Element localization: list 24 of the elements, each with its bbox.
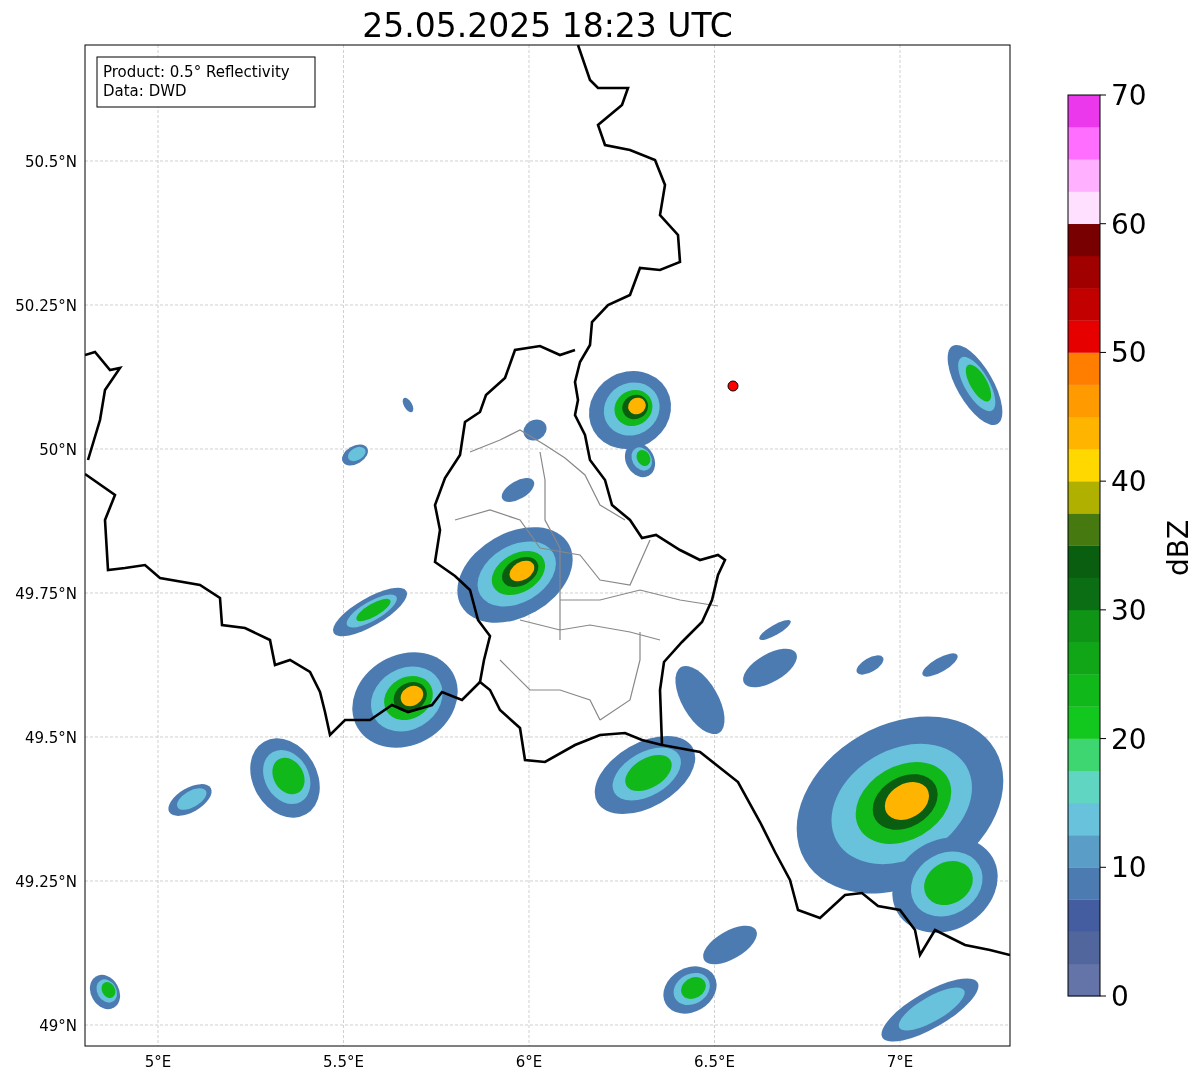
longitude-label: 5.5°E — [323, 1053, 364, 1071]
legend-text: Product: 0.5° Reflectivity — [103, 63, 290, 81]
colorbar-tick-label: 50 — [1111, 336, 1147, 370]
longitude-label: 6.5°E — [694, 1053, 735, 1071]
longitude-label: 5°E — [144, 1053, 172, 1071]
colorbar-tick-label: 40 — [1111, 465, 1147, 499]
latitude-label: 50°N — [39, 441, 77, 459]
colorbar-tick-label: 70 — [1111, 79, 1147, 112]
colorbar-tick-label: 20 — [1111, 722, 1147, 756]
latitude-label: 49.75°N — [15, 585, 77, 603]
colorbar-tick-label: 30 — [1111, 593, 1147, 627]
chart-title: 25.05.2025 18:23 UTC — [362, 6, 733, 45]
longitude-label: 6°E — [515, 1053, 543, 1071]
legend-text: Data: DWD — [103, 82, 187, 100]
longitude-label: 7°E — [886, 1053, 914, 1071]
latitude-label: 50.5°N — [24, 153, 77, 171]
latitude-label: 50.25°N — [15, 297, 77, 315]
latitude-label: 49.25°N — [15, 873, 77, 891]
colorbar-tick-label: 0 — [1111, 980, 1129, 1013]
colorbar-label: dBZ — [1162, 519, 1195, 577]
colorbar-tick-label: 60 — [1111, 207, 1147, 241]
latitude-label: 49.5°N — [24, 729, 77, 747]
latitude-label: 49°N — [39, 1017, 77, 1035]
colorbar-tick-label: 10 — [1111, 851, 1147, 885]
